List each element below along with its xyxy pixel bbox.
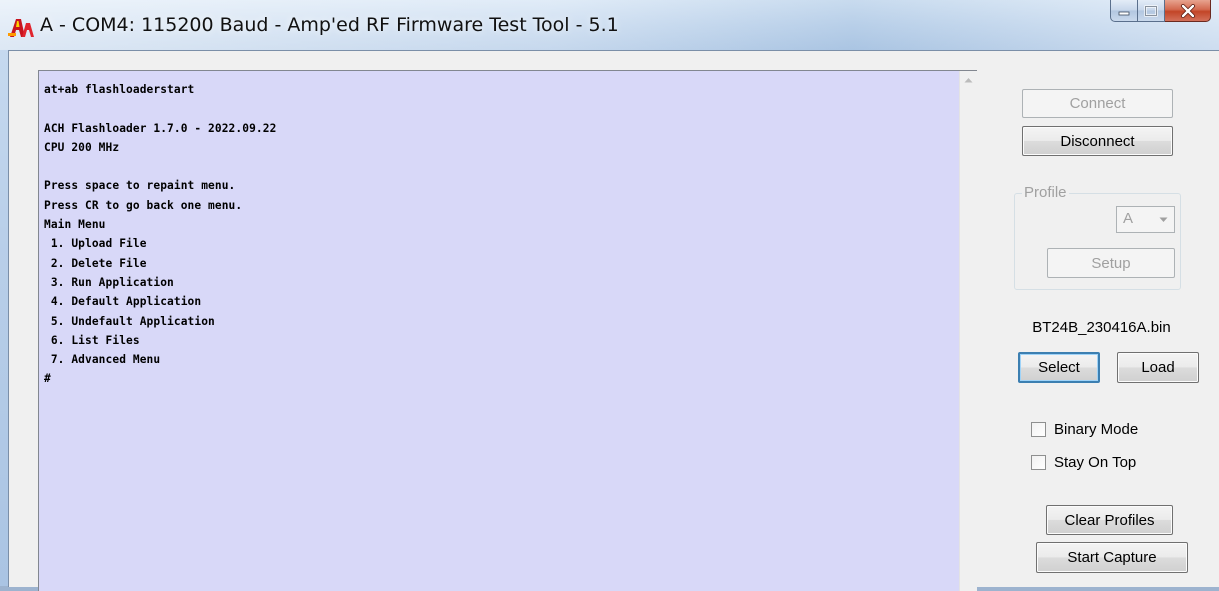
maximize-icon <box>1144 4 1158 17</box>
terminal-line: Press CR to go back one menu. <box>44 198 243 212</box>
title-bar[interactable]: A - COM4: 115200 Baud - Amp'ed RF Firmwa… <box>0 0 1219 50</box>
terminal-line: CPU 200 MHz <box>44 140 120 154</box>
close-button[interactable] <box>1165 0 1211 22</box>
minimize-button[interactable] <box>1110 0 1138 22</box>
binary-mode-label: Binary Mode <box>1054 421 1139 438</box>
terminal-line: at+ab flashloaderstart <box>44 83 195 96</box>
setup-button[interactable]: Setup <box>1047 248 1175 278</box>
stay-on-top-option[interactable]: Stay On Top <box>1031 454 1136 471</box>
terminal-line: ACH Flashloader 1.7.0 - 2022.09.22 <box>44 121 277 135</box>
stay-on-top-label: Stay On Top <box>1054 454 1137 471</box>
minimize-icon <box>1118 11 1130 15</box>
terminal-line: Press space to repaint menu. <box>44 179 236 193</box>
terminal-line: 7. Advanced Menu <box>44 353 161 367</box>
clear-profiles-button[interactable]: Clear Profiles <box>1046 505 1173 535</box>
terminal-line: 3. Run Application <box>44 275 174 289</box>
amped-rf-logo-icon <box>8 19 34 37</box>
terminal-line: Main Menu <box>44 218 106 232</box>
profile-select[interactable]: A <box>1116 206 1175 233</box>
vertical-scrollbar[interactable] <box>959 71 977 591</box>
terminal-output[interactable]: at+ab flashloaderstart ACH Flashloader 1.… <box>38 70 977 591</box>
terminal-text: at+ab flashloaderstart ACH Flashloader 1.… <box>44 80 953 389</box>
terminal-line: 5. Undefault Application <box>44 314 215 328</box>
caption-buttons <box>1110 0 1211 24</box>
binary-mode-option[interactable]: Binary Mode <box>1031 421 1138 438</box>
binary-mode-checkbox[interactable] <box>1031 422 1046 437</box>
terminal-line: # <box>44 372 51 386</box>
profile-group-label: Profile <box>1022 184 1069 201</box>
stay-on-top-checkbox[interactable] <box>1031 455 1046 470</box>
selected-filename: BT24B_230416A.bin <box>1032 319 1171 336</box>
app-window: A - COM4: 115200 Baud - Amp'ed RF Firmwa… <box>0 0 1219 591</box>
connect-button[interactable]: Connect <box>1022 89 1173 118</box>
terminal-line: 6. List Files <box>44 333 140 347</box>
scroll-up-button[interactable] <box>960 71 977 88</box>
chevron-up-icon <box>964 77 973 82</box>
terminal-line: 1. Upload File <box>44 237 147 251</box>
profile-group: Profile A Setup <box>1014 184 1181 290</box>
chevron-down-icon <box>1153 208 1173 231</box>
terminal-line: 2. Delete File <box>44 256 147 270</box>
start-capture-button[interactable]: Start Capture <box>1036 542 1188 573</box>
load-button[interactable]: Load <box>1117 352 1199 383</box>
select-file-button[interactable]: Select <box>1018 352 1100 383</box>
close-icon <box>1180 3 1195 18</box>
disconnect-button[interactable]: Disconnect <box>1022 126 1173 156</box>
maximize-button[interactable] <box>1138 0 1165 22</box>
profile-select-value: A <box>1123 210 1134 227</box>
terminal-line: 4. Default Application <box>44 295 202 309</box>
window-title: A - COM4: 115200 Baud - Amp'ed RF Firmwa… <box>40 14 619 36</box>
